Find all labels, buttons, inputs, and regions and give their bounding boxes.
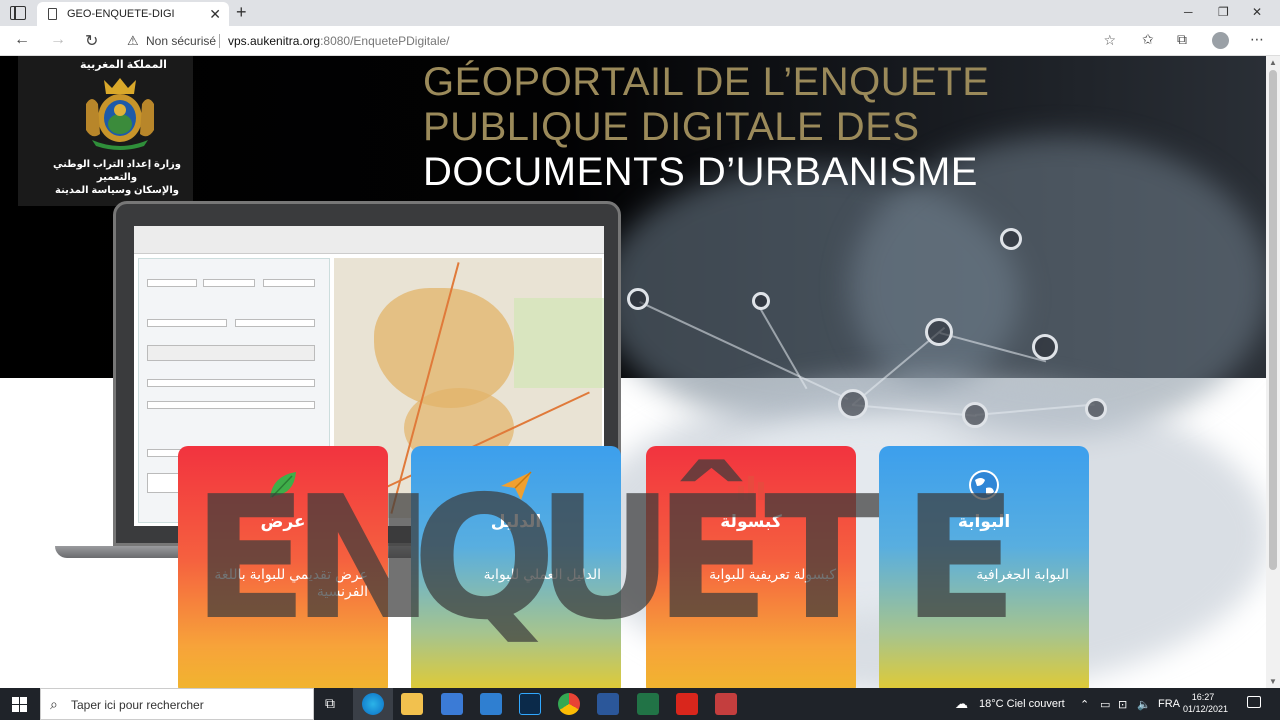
map-green-area xyxy=(514,298,604,388)
refresh-icon[interactable]: ↻ xyxy=(85,31,98,51)
edge-browser-icon[interactable] xyxy=(362,693,384,715)
ministry-line-2: والإسكان وسياسة المدينة xyxy=(55,185,179,196)
address-bar: ← → ↻ ⚠ Non sécurisé vps.aukenitra.org:8… xyxy=(0,26,1280,56)
url-field[interactable]: ⚠ Non sécurisé vps.aukenitra.org:8080/En… xyxy=(115,29,1130,53)
page-scrollbar[interactable]: ▲ ▼ xyxy=(1266,56,1280,688)
weather-text[interactable]: 18°C Ciel couvert xyxy=(979,698,1065,710)
clock[interactable]: 16:27 01/12/2021 xyxy=(1183,691,1229,715)
browser-tab[interactable]: GEO-ENQUETE-DIGI ✕ xyxy=(37,2,229,26)
network-node-icon xyxy=(1000,228,1022,250)
store-icon[interactable] xyxy=(441,693,463,715)
watermark-letter: Ê xyxy=(654,460,771,658)
form-field xyxy=(147,379,315,387)
acrobat-icon[interactable] xyxy=(676,693,698,715)
page-content: المملكة المغربية وزارة إعداد التراب الوط… xyxy=(0,56,1266,688)
scroll-thumb[interactable] xyxy=(1269,70,1277,570)
portal-title-line-1: GÉOPORTAIL DE L’ENQUETE xyxy=(423,60,990,104)
watermark-letter: T xyxy=(764,460,880,658)
collections-icon[interactable]: ⧉ xyxy=(1177,31,1187,48)
url-path: :8080/EnquetePDigitale/ xyxy=(320,34,450,48)
url-separator xyxy=(219,34,220,48)
page-icon xyxy=(48,8,57,20)
form-field xyxy=(147,345,315,361)
file-explorer-icon[interactable] xyxy=(401,693,423,715)
warning-icon[interactable]: ⚠ xyxy=(127,33,139,49)
tab-bar: GEO-ENQUETE-DIGI ✕ + ─ ❐ ✕ xyxy=(0,0,1280,26)
back-icon[interactable]: ← xyxy=(14,31,30,49)
favorites-icon[interactable]: ✩ xyxy=(1142,31,1154,48)
url-text[interactable]: vps.aukenitra.org:8080/EnquetePDigitale/ xyxy=(228,34,450,48)
portal-title-line-2: PUBLIQUE DIGITALE DES xyxy=(423,105,920,149)
word-icon[interactable] xyxy=(597,693,619,715)
new-tab-button[interactable]: + xyxy=(236,2,247,23)
profile-icon[interactable] xyxy=(1212,32,1229,49)
network-node-icon xyxy=(1032,334,1058,360)
more-icon[interactable]: ⋯ xyxy=(1250,31,1264,48)
chrome-icon[interactable] xyxy=(558,693,580,715)
restore-icon[interactable]: ❐ xyxy=(1218,5,1229,19)
task-view-icon[interactable]: ⧉ xyxy=(325,695,335,712)
forward-icon[interactable]: → xyxy=(50,31,66,49)
taskbar-search[interactable]: ⌕ Taper ici pour rechercher xyxy=(40,688,314,720)
network-node-icon xyxy=(627,288,649,310)
volume-icon[interactable]: 🔈 xyxy=(1137,698,1151,711)
tray-chevron-icon[interactable]: ⌃ xyxy=(1080,698,1089,711)
watermark-letter: E xyxy=(192,460,309,658)
mail-icon[interactable] xyxy=(480,693,502,715)
kingdom-label: المملكة المغربية xyxy=(80,59,167,71)
network-node-icon xyxy=(752,292,770,310)
network-node-icon xyxy=(838,389,868,419)
tray-device-icon[interactable]: ▭ xyxy=(1100,698,1110,711)
minimize-icon[interactable]: ─ xyxy=(1184,5,1193,19)
close-tab-icon[interactable]: ✕ xyxy=(209,6,221,23)
photoshop-icon[interactable] xyxy=(519,693,541,715)
excel-icon[interactable] xyxy=(637,693,659,715)
scroll-up-icon[interactable]: ▲ xyxy=(1269,58,1277,67)
search-icon: ⌕ xyxy=(50,696,58,712)
portal-title-line-3: DOCUMENTS D’URBANISME xyxy=(423,150,978,194)
ministry-line-1: وزارة إعداد التراب الوطني والتعمير xyxy=(52,159,182,183)
pdf-tool-icon[interactable] xyxy=(715,693,737,715)
watermark-letter: E xyxy=(902,460,1019,658)
form-field xyxy=(235,319,315,327)
url-host: vps.aukenitra.org xyxy=(228,34,321,48)
clock-time: 16:27 xyxy=(1191,692,1215,702)
scroll-down-icon[interactable]: ▼ xyxy=(1269,677,1277,686)
network-icon[interactable]: ⊡ xyxy=(1118,698,1127,711)
screen-header xyxy=(134,226,604,254)
clock-date: 01/12/2021 xyxy=(1183,704,1229,714)
network-node-icon xyxy=(1085,398,1107,420)
tab-title: GEO-ENQUETE-DIGI xyxy=(67,8,175,20)
watermark-letter: Q xyxy=(412,460,557,658)
form-field xyxy=(147,279,197,287)
network-node-icon xyxy=(962,402,988,428)
windows-start-icon[interactable] xyxy=(12,697,27,712)
security-label[interactable]: Non sécurisé xyxy=(146,34,216,48)
language-indicator[interactable]: FRA xyxy=(1158,698,1180,710)
notification-icon[interactable] xyxy=(1247,696,1261,708)
close-window-icon[interactable]: ✕ xyxy=(1252,5,1262,19)
form-field xyxy=(203,279,255,287)
form-field xyxy=(147,319,227,327)
form-field xyxy=(147,401,315,409)
weather-cloud-icon[interactable]: ☁ xyxy=(955,696,968,712)
taskbar: ⌕ Taper ici pour rechercher ⧉ ☁ 18°C Cie… xyxy=(0,688,1280,720)
favorite-add-icon[interactable]: ☆ xyxy=(1103,32,1116,49)
search-placeholder: Taper ici pour rechercher xyxy=(71,698,204,712)
sidebar-toggle-icon[interactable] xyxy=(10,6,26,20)
network-node-icon xyxy=(925,318,953,346)
moroccan-coat-of-arms-icon xyxy=(86,78,154,150)
ministry-label: وزارة إعداد التراب الوطني والتعمير والإس… xyxy=(42,158,192,197)
form-field xyxy=(263,279,315,287)
